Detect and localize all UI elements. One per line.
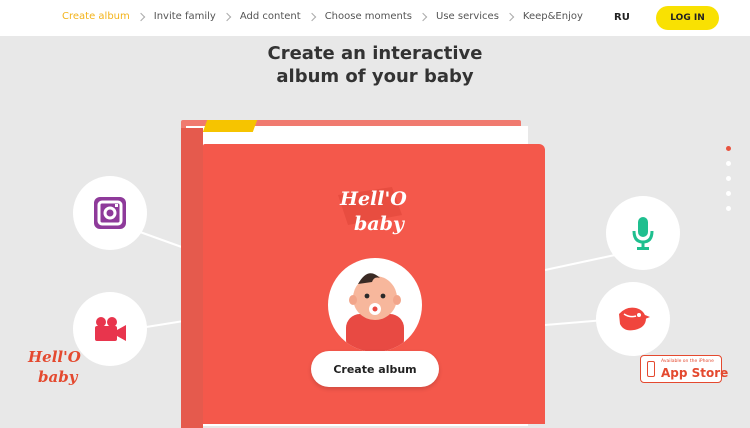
svg-text:baby: baby xyxy=(38,368,79,386)
video-camera-icon xyxy=(95,317,126,341)
brand-logo: Hell'O baby xyxy=(27,348,81,386)
carousel-dots xyxy=(726,146,731,211)
app-store-small-text: Available on the iPhone xyxy=(661,359,714,364)
instagram-icon xyxy=(94,197,126,229)
audio-feature[interactable] xyxy=(606,196,680,270)
twitter-bird-icon xyxy=(619,307,650,331)
create-album-button[interactable]: Create album xyxy=(311,351,439,387)
instagram-feature[interactable] xyxy=(73,176,147,250)
baby-avatar xyxy=(328,258,422,352)
carousel-dot[interactable] xyxy=(726,176,731,181)
svg-text:Hell'O: Hell'O xyxy=(339,188,407,210)
book-ribbon xyxy=(202,120,258,132)
svg-text:Hell'O: Hell'O xyxy=(27,348,81,366)
app-store-badge[interactable]: Available on the iPhone App Store xyxy=(640,355,728,383)
twitter-feature[interactable] xyxy=(596,282,670,356)
microphone-icon xyxy=(632,217,654,250)
carousel-dot[interactable] xyxy=(726,206,731,211)
carousel-dot[interactable] xyxy=(726,161,731,166)
iphone-icon xyxy=(647,361,655,377)
carousel-dot[interactable] xyxy=(726,146,731,151)
book-spine xyxy=(181,128,203,428)
svg-text:baby: baby xyxy=(354,213,406,235)
book-logo: Hell'O baby xyxy=(338,187,407,235)
app-store-big-text: App Store xyxy=(661,366,729,380)
carousel-dot[interactable] xyxy=(726,191,731,196)
